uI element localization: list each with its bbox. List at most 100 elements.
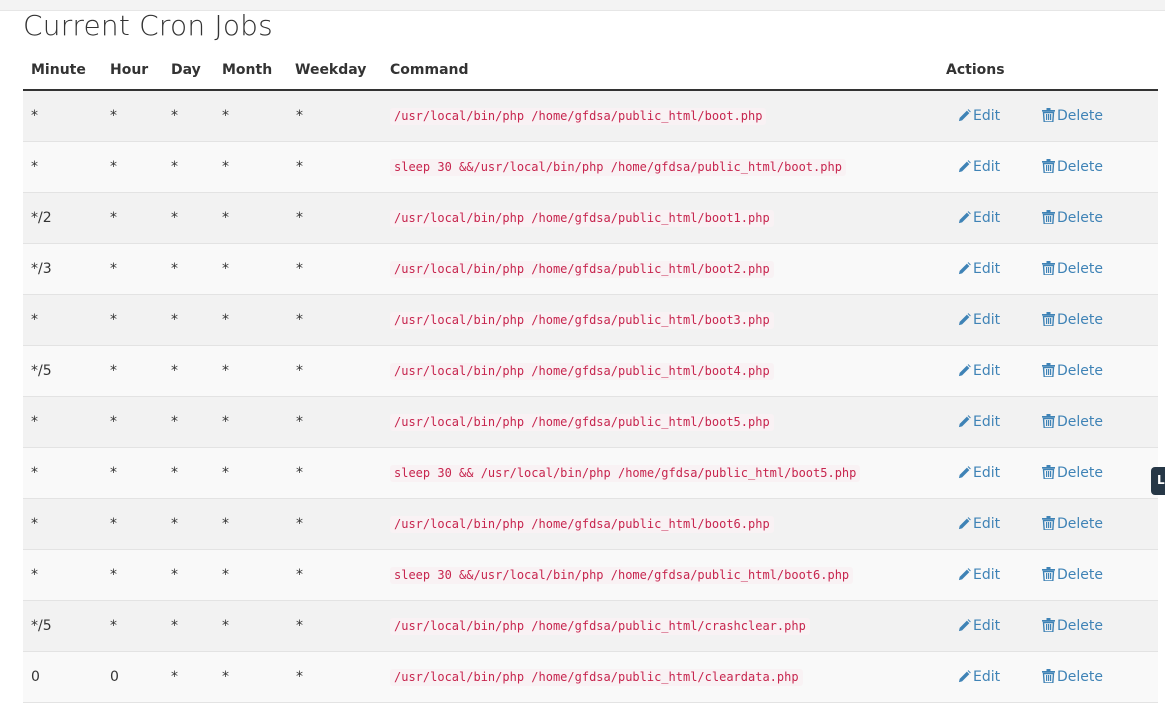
delete-button[interactable]: Delete	[1042, 142, 1103, 192]
edit-label: Edit	[973, 618, 1001, 634]
cell-hour: *	[110, 363, 117, 379]
delete-button[interactable]: Delete	[1042, 295, 1103, 345]
edit-button[interactable]: Edit	[958, 601, 1000, 651]
trash-icon	[1042, 465, 1055, 480]
cell-hour: *	[110, 414, 117, 430]
cell-command: /usr/local/bin/php /home/gfdsa/public_ht…	[390, 210, 774, 227]
edit-button[interactable]: Edit	[958, 295, 1000, 345]
cell-command: sleep 30 &&/usr/local/bin/php /home/gfds…	[390, 567, 854, 584]
cell-day: *	[171, 159, 178, 175]
delete-button[interactable]: Delete	[1042, 91, 1103, 141]
cell-month: *	[222, 618, 229, 634]
cell-hour: *	[110, 618, 117, 634]
table-row: */2 * * * * /usr/local/bin/php /home/gfd…	[23, 193, 1158, 244]
cell-day: *	[171, 108, 178, 124]
delete-button[interactable]: Delete	[1042, 601, 1103, 651]
cell-day: *	[171, 414, 178, 430]
pencil-icon	[958, 109, 971, 122]
cell-hour: *	[110, 516, 117, 532]
cron-jobs-table: * * * * * /usr/local/bin/php /home/gfdsa…	[23, 91, 1158, 703]
cell-month: *	[222, 159, 229, 175]
delete-label: Delete	[1057, 414, 1103, 430]
delete-button[interactable]: Delete	[1042, 499, 1103, 549]
cell-hour: *	[110, 312, 117, 328]
trash-icon	[1042, 261, 1055, 276]
delete-button[interactable]: Delete	[1042, 550, 1103, 600]
cell-minute: *	[31, 567, 38, 583]
delete-button[interactable]: Delete	[1042, 397, 1103, 447]
edit-button[interactable]: Edit	[958, 193, 1000, 243]
cell-minute: */2	[31, 210, 52, 226]
cell-day: *	[171, 210, 178, 226]
delete-label: Delete	[1057, 618, 1103, 634]
edit-button[interactable]: Edit	[958, 142, 1000, 192]
delete-label: Delete	[1057, 465, 1103, 481]
delete-button[interactable]: Delete	[1042, 244, 1103, 294]
edit-button[interactable]: Edit	[958, 550, 1000, 600]
edit-label: Edit	[973, 363, 1001, 379]
cell-minute: *	[31, 465, 38, 481]
cell-command: /usr/local/bin/php /home/gfdsa/public_ht…	[390, 618, 810, 635]
header-hour: Hour	[110, 62, 149, 78]
delete-label: Delete	[1057, 108, 1103, 124]
side-tab[interactable]: L	[1151, 467, 1165, 495]
cell-weekday: *	[296, 567, 303, 583]
cell-day: *	[171, 669, 178, 685]
edit-label: Edit	[973, 465, 1001, 481]
edit-label: Edit	[973, 261, 1001, 277]
trash-icon	[1042, 618, 1055, 633]
header-month: Month	[222, 62, 273, 78]
cell-month: *	[222, 465, 229, 481]
edit-label: Edit	[973, 669, 1001, 685]
trash-icon	[1042, 159, 1055, 174]
edit-button[interactable]: Edit	[958, 244, 1000, 294]
pencil-icon	[958, 364, 971, 377]
cell-day: *	[171, 363, 178, 379]
pencil-icon	[958, 619, 971, 632]
cell-minute: */5	[31, 363, 52, 379]
edit-label: Edit	[973, 414, 1001, 430]
edit-label: Edit	[973, 210, 1001, 226]
table-row: * * * * * sleep 30 &&/usr/local/bin/php …	[23, 142, 1158, 193]
cell-weekday: *	[296, 261, 303, 277]
cell-weekday: *	[296, 414, 303, 430]
cell-command: /usr/local/bin/php /home/gfdsa/public_ht…	[390, 516, 774, 533]
cell-command: /usr/local/bin/php /home/gfdsa/public_ht…	[390, 312, 774, 329]
cell-weekday: *	[296, 210, 303, 226]
cell-month: *	[222, 108, 229, 124]
table-row: 0 0 * * * /usr/local/bin/php /home/gfdsa…	[23, 652, 1158, 703]
trash-icon	[1042, 414, 1055, 429]
cell-command: /usr/local/bin/php /home/gfdsa/public_ht…	[390, 363, 774, 380]
pencil-icon	[958, 670, 971, 683]
table-row: */5 * * * * /usr/local/bin/php /home/gfd…	[23, 601, 1158, 652]
delete-label: Delete	[1057, 261, 1103, 277]
cell-day: *	[171, 567, 178, 583]
delete-button[interactable]: Delete	[1042, 448, 1103, 498]
edit-button[interactable]: Edit	[958, 346, 1000, 396]
cell-weekday: *	[296, 363, 303, 379]
cell-hour: 0	[110, 669, 119, 685]
edit-label: Edit	[973, 516, 1001, 532]
cell-weekday: *	[296, 312, 303, 328]
edit-button[interactable]: Edit	[958, 448, 1000, 498]
delete-button[interactable]: Delete	[1042, 193, 1103, 243]
cell-month: *	[222, 414, 229, 430]
pencil-icon	[958, 313, 971, 326]
edit-button[interactable]: Edit	[958, 397, 1000, 447]
trash-icon	[1042, 108, 1055, 123]
edit-button[interactable]: Edit	[958, 652, 1000, 702]
edit-button[interactable]: Edit	[958, 499, 1000, 549]
cell-command: sleep 30 && /usr/local/bin/php /home/gfd…	[390, 465, 861, 482]
page-title: Current Cron Jobs	[23, 9, 273, 42]
pencil-icon	[958, 160, 971, 173]
table-row: * * * * * /usr/local/bin/php /home/gfdsa…	[23, 295, 1158, 346]
cell-minute: *	[31, 312, 38, 328]
cell-minute: *	[31, 159, 38, 175]
header-weekday: Weekday	[295, 62, 367, 78]
edit-button[interactable]: Edit	[958, 91, 1000, 141]
cell-day: *	[171, 516, 178, 532]
delete-button[interactable]: Delete	[1042, 346, 1103, 396]
delete-button[interactable]: Delete	[1042, 652, 1103, 702]
cell-hour: *	[110, 261, 117, 277]
cell-day: *	[171, 618, 178, 634]
